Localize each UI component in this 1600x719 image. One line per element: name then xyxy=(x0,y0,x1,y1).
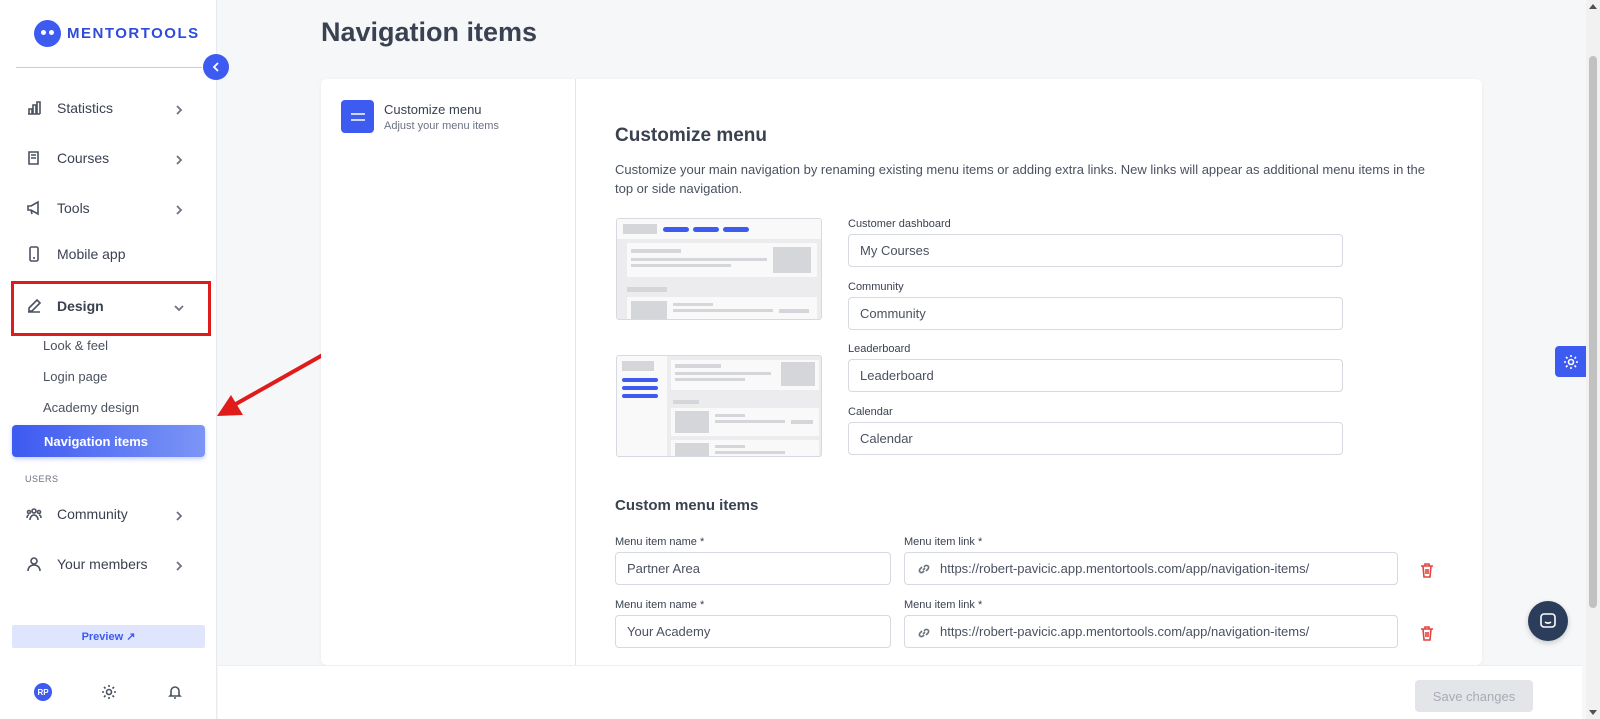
highlight-box xyxy=(11,281,211,336)
sidebar-item-label: Courses xyxy=(57,150,110,166)
section-heading-custom-items: Custom menu items xyxy=(615,497,759,514)
user-icon xyxy=(26,556,42,572)
scroll-down-icon[interactable] xyxy=(1589,710,1597,715)
link-icon xyxy=(917,562,931,576)
avatar[interactable]: RP xyxy=(34,683,52,701)
side-navigation-preview xyxy=(616,355,822,457)
section-heading-customize: Customize menu xyxy=(615,125,768,146)
sidebar-subitem-navigation-items[interactable]: Navigation items xyxy=(12,425,205,457)
scroll-thumb[interactable] xyxy=(1589,56,1597,608)
customer-dashboard-input[interactable] xyxy=(848,234,1343,267)
sidebar-item-label: Your members xyxy=(57,556,148,572)
sidebar-item-community[interactable]: Community xyxy=(12,494,204,534)
field-label: Calendar xyxy=(848,406,893,418)
sidebar-item-your-members[interactable]: Your members xyxy=(12,544,204,584)
sidebar-subitem-login-page[interactable]: Login page xyxy=(43,369,107,384)
sidebar-item-mobile-app[interactable]: Mobile app xyxy=(12,234,204,274)
delete-icon[interactable] xyxy=(1420,563,1434,578)
save-changes-button[interactable]: Save changes xyxy=(1415,680,1533,712)
smartphone-icon xyxy=(26,246,42,262)
calendar-input[interactable] xyxy=(848,422,1343,455)
sidebar-item-statistics[interactable]: Statistics xyxy=(12,88,204,128)
tab-customize-menu[interactable]: Customize menu xyxy=(384,102,482,117)
menu-item-name-label: Menu item name * xyxy=(615,599,705,611)
brand-logo[interactable]: MENTORTOOLS xyxy=(34,20,200,47)
section-label-users: USERS xyxy=(25,474,59,484)
megaphone-icon xyxy=(26,200,42,216)
settings-tabs: Customize menu Adjust your menu items xyxy=(321,79,576,665)
users-icon xyxy=(26,506,42,522)
sidebar-item-label: Mobile app xyxy=(57,246,126,262)
chevron-right-icon xyxy=(174,102,184,115)
community-input[interactable] xyxy=(848,297,1343,330)
sidebar-subitem-academy-design[interactable]: Academy design xyxy=(43,400,139,415)
chevron-right-icon xyxy=(174,558,184,571)
leaderboard-input[interactable] xyxy=(848,359,1343,392)
chevron-right-icon xyxy=(174,202,184,215)
tab-subtitle: Adjust your menu items xyxy=(384,120,499,132)
chevron-right-icon xyxy=(174,152,184,165)
sidebar-subitem-look-feel[interactable]: Look & feel xyxy=(43,338,108,353)
menu-item-link-input[interactable] xyxy=(904,615,1398,648)
gear-icon[interactable] xyxy=(100,683,118,701)
field-label: Customer dashboard xyxy=(848,218,951,230)
menu-item-link-label: Menu item link * xyxy=(904,599,983,611)
menu-item-name-input[interactable] xyxy=(615,552,891,585)
field-label: Leaderboard xyxy=(848,343,911,355)
divider xyxy=(16,67,202,68)
settings-gear-icon[interactable] xyxy=(1555,346,1586,377)
top-navigation-preview xyxy=(616,218,822,320)
scroll-up-icon[interactable] xyxy=(1589,4,1597,9)
preview-button[interactable]: Preview ↗ xyxy=(12,625,205,648)
bell-icon[interactable] xyxy=(166,683,184,701)
menu-icon[interactable] xyxy=(341,100,374,133)
chevron-right-icon xyxy=(174,508,184,521)
sidebar-item-label: Statistics xyxy=(57,100,114,116)
chevron-left-icon xyxy=(212,62,219,72)
collapse-sidebar-button[interactable] xyxy=(203,54,229,80)
logo-icon xyxy=(34,20,61,47)
brand-name: MENTORTOOLS xyxy=(67,25,200,42)
menu-item-link-label: Menu item link * xyxy=(904,536,983,548)
footer-bar xyxy=(218,665,1582,719)
menu-item-link-input[interactable] xyxy=(904,552,1398,585)
sidebar-item-label: Tools xyxy=(57,200,90,216)
delete-icon[interactable] xyxy=(1420,626,1434,641)
page-title: Navigation items xyxy=(321,17,538,47)
sidebar-item-label: Community xyxy=(57,506,128,522)
scrollbar[interactable] xyxy=(1586,0,1600,719)
field-label: Community xyxy=(848,281,904,293)
bar-chart-icon xyxy=(26,100,42,116)
section-description: Customize your main navigation by renami… xyxy=(615,162,1425,196)
menu-item-name-input[interactable] xyxy=(615,615,891,648)
link-icon xyxy=(917,626,931,640)
sidebar-item-courses[interactable]: Courses xyxy=(12,138,204,178)
menu-item-name-label: Menu item name * xyxy=(615,536,705,548)
book-icon xyxy=(26,150,42,166)
chat-icon[interactable] xyxy=(1528,601,1568,641)
sidebar: MENTORTOOLS Statistics Courses Tools Mob… xyxy=(0,0,217,719)
sidebar-item-tools[interactable]: Tools xyxy=(12,188,204,228)
